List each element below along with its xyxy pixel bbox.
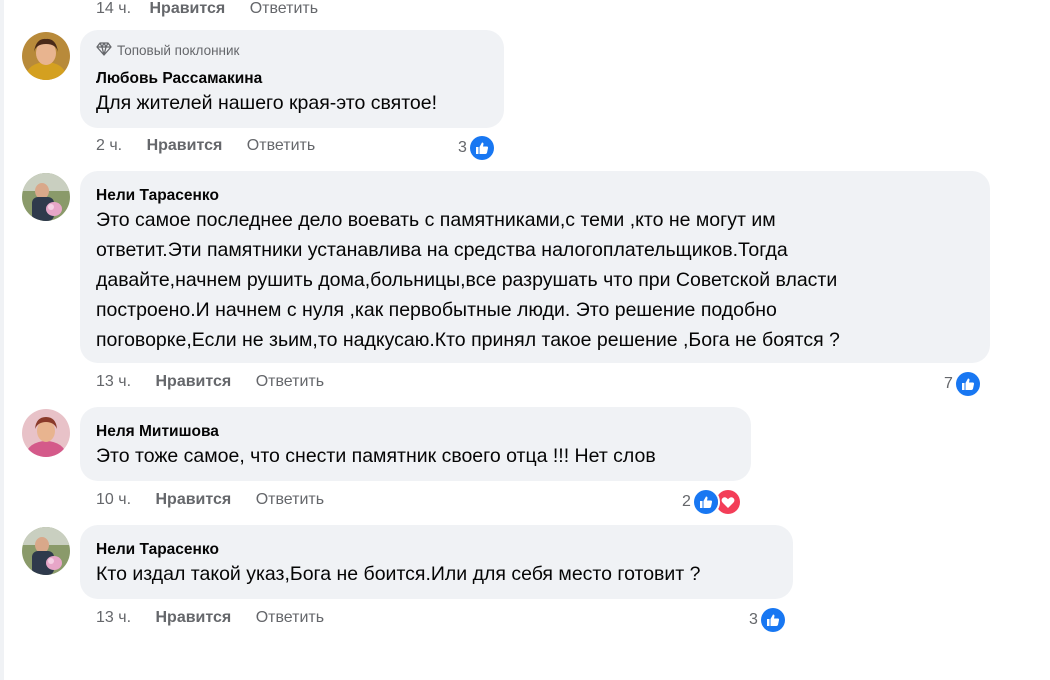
comment-actions: 13 ч. Нравится Ответить — [96, 609, 324, 627]
reaction-summary[interactable]: 3 — [749, 606, 787, 634]
comment-actions: 10 ч. Нравится Ответить — [96, 491, 324, 509]
comment-actions: 13 ч. Нравится Ответить — [96, 373, 324, 391]
comment-line: Это тоже самое, что снести памятник свое… — [96, 445, 656, 467]
comment-actions-prev: 14 ч. Нравится Ответить — [96, 0, 318, 18]
badge-label: Топовый поклонник — [117, 43, 240, 58]
reaction-summary[interactable]: 2 — [682, 488, 742, 516]
comment-text: Это тоже самое, что снести памятник свое… — [96, 441, 656, 471]
like-link[interactable]: Нравится — [155, 491, 231, 508]
like-reaction-icon — [691, 488, 720, 516]
like-link[interactable]: Нравится — [155, 609, 231, 626]
top-fan-badge: Топовый поклонник — [96, 42, 239, 59]
comment-line: Кто издал такой указ,Бога не боится.Или … — [96, 563, 701, 585]
comment-bubble: Нели Тарасенко Это самое последнее дело … — [80, 171, 990, 363]
like-link[interactable]: Нравится — [147, 137, 223, 154]
comment-time[interactable]: 13 ч. — [96, 373, 131, 390]
comment-author[interactable]: Неля Митишова — [96, 423, 219, 441]
reaction-count: 3 — [458, 139, 467, 156]
avatar[interactable] — [22, 32, 70, 80]
avatar[interactable] — [22, 409, 70, 457]
comment-bubble: Неля Митишова Это тоже самое, что снести… — [80, 407, 751, 481]
reply-link[interactable]: Ответить — [256, 491, 324, 508]
comment-bubble: Топовый поклонник Любовь Рассамакина Для… — [80, 30, 504, 128]
reaction-count: 2 — [682, 493, 691, 510]
like-reaction-icon — [758, 606, 787, 634]
avatar[interactable] — [22, 527, 70, 575]
comment-line: давайте,начнем рушить дома,больницы,все … — [96, 269, 838, 291]
comment-author[interactable]: Нели Тарасенко — [96, 187, 219, 205]
reaction-count: 3 — [749, 611, 758, 628]
like-link[interactable]: Нравится — [155, 373, 231, 390]
like-reaction-icon — [467, 134, 496, 162]
diamond-icon — [96, 42, 112, 59]
comment-text: Это самое последнее дело воевать с памят… — [96, 205, 840, 355]
comment-bubble: Нели Тарасенко Кто издал такой указ,Бога… — [80, 525, 793, 599]
comment-author[interactable]: Любовь Рассамакина — [96, 70, 262, 88]
reaction-count: 7 — [944, 375, 953, 392]
reply-link[interactable]: Ответить — [256, 373, 324, 390]
comment-time[interactable]: 13 ч. — [96, 609, 131, 626]
like-link[interactable]: Нравится — [149, 0, 225, 17]
comment-text: Кто издал такой указ,Бога не боится.Или … — [96, 559, 701, 589]
comment-line: построено.И начнем с нуля ,как первобытн… — [96, 299, 777, 321]
comment-time[interactable]: 14 ч. — [96, 0, 131, 17]
comment-line: поговорке,Если не зьим,то надкусаю.Кто п… — [96, 329, 840, 351]
reply-link[interactable]: Ответить — [256, 609, 324, 626]
reply-link[interactable]: Ответить — [250, 0, 318, 17]
comment-text: Для жителей нашего края-это святое! — [96, 88, 437, 118]
comment-line: Это самое последнее дело воевать с памят… — [96, 209, 776, 231]
comment-author[interactable]: Нели Тарасенко — [96, 541, 219, 559]
comment-time[interactable]: 10 ч. — [96, 491, 131, 508]
comment-actions: 2 ч. Нравится Ответить — [96, 137, 315, 155]
comment-line: Для жителей нашего края-это святое! — [96, 92, 438, 114]
window-edge — [0, 0, 4, 680]
reply-link[interactable]: Ответить — [247, 137, 315, 154]
comment-line: ответит.Эти памятники устанавлива на сре… — [96, 239, 788, 261]
avatar[interactable] — [22, 173, 70, 221]
reaction-summary[interactable]: 7 — [944, 370, 982, 398]
reaction-summary[interactable]: 3 — [458, 134, 496, 162]
comment-time[interactable]: 2 ч. — [96, 137, 122, 154]
like-reaction-icon — [953, 370, 982, 398]
